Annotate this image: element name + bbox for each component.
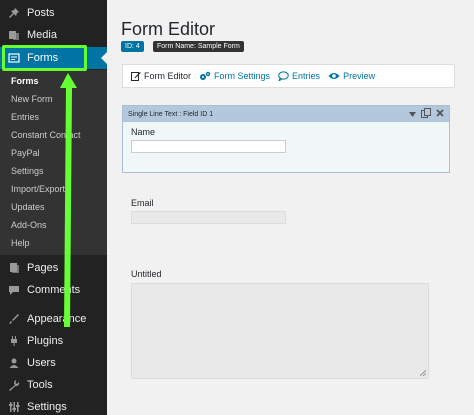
appearance-icon (7, 312, 21, 326)
submenu-item-import-export[interactable]: Import/Export (11, 184, 65, 194)
untitled-field-label: Untitled (131, 269, 162, 279)
submenu-item-settings[interactable]: Settings (11, 166, 44, 176)
speech-bubble-icon (278, 71, 289, 81)
name-input[interactable] (131, 140, 286, 153)
email-field-label: Email (131, 198, 154, 208)
selected-field-name[interactable]: Single Line Text : Field ID 1 Name (122, 105, 450, 173)
resize-grip-icon[interactable] (420, 370, 426, 376)
gears-icon (200, 71, 211, 80)
users-icon (7, 356, 21, 370)
menu-item-plugins[interactable]: Plugins (0, 330, 107, 352)
menu-item-label: Users (27, 357, 56, 369)
tools-icon (7, 378, 21, 392)
toolbar-form-settings[interactable]: Form Settings (199, 71, 270, 81)
plugins-icon (7, 334, 21, 348)
menu-item-media[interactable]: Media (0, 24, 107, 46)
toolbar-form-editor[interactable]: Form Editor (131, 71, 191, 81)
menu-item-settings[interactable]: Settings (0, 396, 107, 415)
comments-icon (7, 283, 21, 297)
form-toolbar: Form Editor Form Settings Entries Previe… (122, 64, 455, 88)
duplicate-icon[interactable] (421, 108, 431, 120)
form-id-badge: ID: 4 (121, 41, 144, 52)
submenu-item-updates[interactable]: Updates (11, 202, 45, 212)
menu-item-label: Media (27, 29, 57, 41)
pushpin-icon (7, 6, 21, 20)
menu-item-tools[interactable]: Tools (0, 374, 107, 396)
pages-icon (7, 261, 21, 275)
page-title: Form Editor (121, 19, 216, 39)
eye-icon (328, 73, 340, 79)
edit-icon (131, 72, 141, 81)
forms-submenu: Forms New Form Entries Constant Contact … (0, 70, 107, 255)
settings-icon (7, 400, 21, 414)
field-header: Single Line Text : Field ID 1 (123, 106, 449, 122)
menu-item-label: Comments (27, 284, 81, 296)
untitled-textarea[interactable] (131, 283, 429, 379)
toolbar-entries[interactable]: Entries (278, 71, 320, 81)
menu-item-label: Pages (27, 262, 59, 274)
submenu-item-forms[interactable]: Forms (11, 76, 39, 86)
menu-item-label: Plugins (27, 335, 64, 347)
menu-item-label: Tools (27, 379, 53, 391)
main-content: Form Editor ID: 4 Form Name: Sample Form… (107, 0, 474, 415)
menu-item-label: Settings (27, 401, 67, 413)
highlight-box (2, 45, 87, 71)
menu-item-users[interactable]: Users (0, 352, 107, 374)
delete-icon[interactable] (436, 109, 444, 119)
field-header-label: Single Line Text : Field ID 1 (128, 110, 214, 118)
menu-item-label: Appearance (27, 313, 87, 325)
email-input[interactable] (131, 211, 286, 224)
submenu-item-add-ons[interactable]: Add-Ons (11, 220, 47, 230)
form-name-badge: Form Name: Sample Form (153, 41, 244, 52)
media-icon (7, 28, 21, 42)
name-field-label: Name (131, 127, 156, 137)
toolbar-preview[interactable]: Preview (328, 71, 375, 81)
menu-item-posts[interactable]: Posts (0, 2, 107, 24)
submenu-item-help[interactable]: Help (11, 238, 30, 248)
submenu-item-entries[interactable]: Entries (11, 112, 39, 122)
submenu-item-paypal[interactable]: PayPal (11, 148, 40, 158)
menu-item-comments[interactable]: Comments (0, 279, 107, 301)
submenu-item-new-form[interactable]: New Form (11, 94, 53, 104)
menu-item-pages[interactable]: Pages (0, 257, 107, 279)
menu-item-label: Posts (27, 7, 55, 19)
submenu-item-constant-contact[interactable]: Constant Contact (11, 130, 81, 140)
menu-item-appearance[interactable]: Appearance (0, 308, 107, 330)
dropdown-arrow-icon[interactable] (409, 109, 416, 119)
